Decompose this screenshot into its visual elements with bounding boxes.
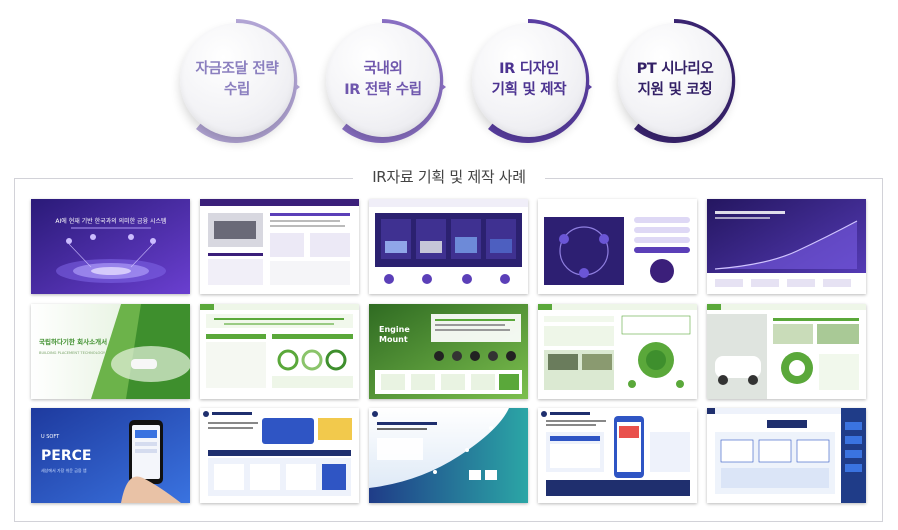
slide-thumb-5[interactable]: [707, 199, 866, 294]
step-label: IR 디자인 기획 및 제작: [491, 61, 567, 98]
slide-thumb-3[interactable]: [369, 199, 528, 294]
thumb-6-title: 국립하다기한 회사소개서: [39, 337, 107, 346]
step-label: 국내외 IR 전략 수립: [344, 61, 422, 98]
slide-thumb-14[interactable]: [538, 408, 697, 503]
step-disc: PT 시나리오 지원 및 코칭: [618, 23, 732, 137]
thumb-8-brand: Engine: [379, 325, 410, 334]
slide-thumb-1[interactable]: AI에 현재 기반 한국과의 의미한 금융 시스템: [31, 199, 190, 294]
slide-thumb-12[interactable]: [200, 408, 359, 503]
process-steps: 자금조달 전략 수립 국내외 IR 전략 수립 IR 디자인 기획 및 제작 P…: [0, 0, 898, 155]
slide-thumb-9[interactable]: [538, 304, 697, 399]
thumb-1-title: AI에 현재 기반 한국과의 의미한 금융 시스템: [55, 217, 166, 225]
slide-thumb-2[interactable]: [200, 199, 359, 294]
step-disc: IR 디자인 기획 및 제작: [472, 23, 586, 137]
gallery-title: IR자료 기획 및 제작 사례: [353, 165, 545, 189]
thumb-11-sub: 세상에서 가장 쉬운 금융 앱: [41, 467, 87, 473]
step-label: PT 시나리오 지원 및 코칭: [636, 61, 714, 98]
step-disc: 국내외 IR 전략 수립: [326, 23, 440, 137]
slide-thumb-15[interactable]: [707, 408, 866, 503]
slide-thumb-13[interactable]: [369, 408, 528, 503]
thumb-8-brand2: Mount: [379, 335, 408, 344]
step-1: 자금조달 전략 수립: [172, 17, 300, 145]
slide-thumb-4[interactable]: [538, 199, 697, 294]
step-disc: 자금조달 전략 수립: [180, 23, 294, 137]
slide-thumb-10[interactable]: [707, 304, 866, 399]
slide-thumb-11[interactable]: U SOFT PERCE 세상에서 가장 쉬운 금융 앱: [31, 408, 190, 503]
step-4: PT 시나리오 지원 및 코칭: [610, 17, 738, 145]
slide-thumb-6[interactable]: 국립하다기한 회사소개서 BUILDING PLACEMENT TECHNOLO…: [31, 304, 190, 399]
thumb-6-sub: BUILDING PLACEMENT TECHNOLOGY: [39, 351, 106, 355]
slide-thumb-7[interactable]: [200, 304, 359, 399]
slide-thumb-8[interactable]: Engine Mount: [369, 304, 528, 399]
step-label: 자금조달 전략 수립: [195, 61, 279, 98]
step-3: IR 디자인 기획 및 제작: [464, 17, 592, 145]
thumb-11-title: PERCE: [41, 448, 91, 464]
step-2: 국내외 IR 전략 수립: [318, 17, 446, 145]
thumb-11-brand: U SOFT: [41, 434, 60, 440]
